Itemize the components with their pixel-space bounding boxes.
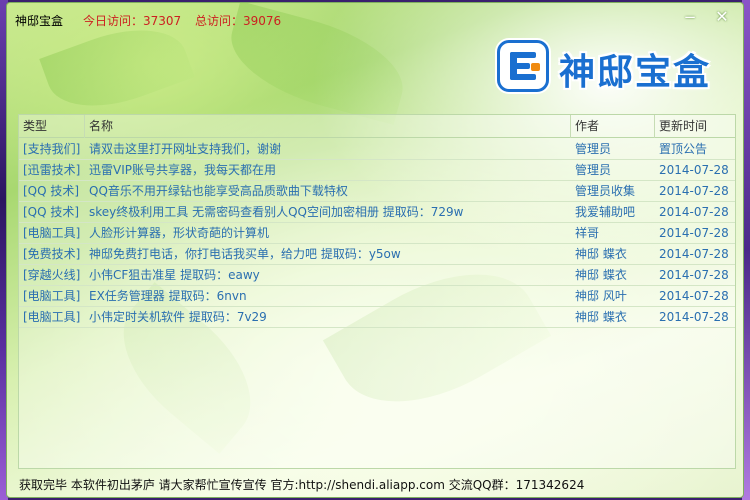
row-author-cell: 神邸 风叶 bbox=[575, 289, 627, 303]
row-name-cell: EX任务管理器 提取码：6nvn bbox=[89, 289, 247, 303]
row-date-cell: 置顶公告 bbox=[659, 142, 708, 156]
row-date-cell: 2014-07-28 bbox=[659, 247, 729, 261]
row-name-cell: skey终极利用工具 无需密码查看别人QQ空间加密相册 提取码：729w bbox=[89, 205, 464, 219]
row-type-cell: [电脑工具] bbox=[23, 310, 81, 324]
column-header-name[interactable]: 名称 bbox=[85, 115, 571, 138]
title-bar[interactable]: 神邸宝盒 今日访问：37307 总访问：39076 − ✕ bbox=[7, 3, 743, 33]
table-row[interactable]: [QQ 技术] QQ音乐不用开绿钻也能享受高品质歌曲下载特权 管理员收集 2014-0… bbox=[19, 181, 735, 202]
row-author-cell: 管理员 bbox=[575, 163, 612, 177]
close-icon: ✕ bbox=[715, 7, 729, 26]
row-date-cell: 2014-07-28 bbox=[659, 310, 729, 324]
row-author-cell: 管理员收集 bbox=[575, 184, 636, 198]
status-bar: 获取完毕 本软件初出茅庐 请大家帮忙宣传宣传 官方:http://shendi.… bbox=[19, 478, 585, 492]
minimize-icon: − bbox=[683, 8, 697, 26]
row-type-cell: [QQ 技术] bbox=[23, 205, 80, 219]
column-header-type[interactable]: 类型 bbox=[19, 115, 85, 138]
row-date-cell: 2014-07-28 bbox=[659, 163, 729, 177]
close-button[interactable]: ✕ bbox=[711, 7, 733, 27]
row-type-cell: [支持我们] bbox=[23, 142, 81, 156]
row-author-cell: 管理员 bbox=[575, 142, 612, 156]
total-visits-counter: 总访问：39076 bbox=[195, 14, 282, 28]
table-header: 类型 名称 作者 更新时间 bbox=[19, 115, 735, 138]
row-name-cell: 请双击这里打开网址支持我们，谢谢 bbox=[89, 142, 282, 156]
table-row[interactable]: [电脑工具] 人脸形计算器，形状奇葩的计算机 祥哥 2014-07-28 bbox=[19, 223, 735, 244]
row-type-cell: [电脑工具] bbox=[23, 289, 81, 303]
row-date-cell: 2014-07-28 bbox=[659, 205, 729, 219]
row-type-cell: [迅雷技术] bbox=[23, 163, 81, 177]
row-name-cell: 神邸免费打电话，你打电话我买单，给力吧 提取码：y5ow bbox=[89, 247, 401, 261]
table-row[interactable]: [穿越火线] 小伟CF狙击准星 提取码：eawy 神邸 蝶衣 2014-07-28 bbox=[19, 265, 735, 286]
table-row[interactable]: [电脑工具] 小伟定时关机软件 提取码：7v29 神邸 蝶衣 2014-07-28 bbox=[19, 307, 735, 328]
logo-text: 神邸宝盒 bbox=[559, 52, 712, 93]
row-type-cell: [免费技术] bbox=[23, 247, 81, 261]
app-title: 神邸宝盒 bbox=[15, 14, 64, 28]
minimize-button[interactable]: − bbox=[679, 7, 701, 27]
app-logo: 神邸宝盒 bbox=[497, 39, 723, 93]
row-name-cell: QQ音乐不用开绿钻也能享受高品质歌曲下载特权 bbox=[89, 184, 348, 198]
row-author-cell: 神邸 蝶衣 bbox=[575, 310, 627, 324]
row-author-cell: 我爱辅助吧 bbox=[575, 205, 636, 219]
table-row[interactable]: [免费技术] 神邸免费打电话，你打电话我买单，给力吧 提取码：y5ow 神邸 蝶衣 2… bbox=[19, 244, 735, 265]
table-row[interactable]: [支持我们] 请双击这里打开网址支持我们，谢谢 管理员 置顶公告 bbox=[19, 139, 735, 160]
table-row[interactable]: [迅雷技术] 迅雷VIP账号共享器，我每天都在用 管理员 2014-07-28 bbox=[19, 160, 735, 181]
row-author-cell: 神邸 蝶衣 bbox=[575, 268, 627, 282]
today-visits-counter: 今日访问：37307 bbox=[83, 14, 182, 28]
row-type-cell: [QQ 技术] bbox=[23, 184, 80, 198]
row-date-cell: 2014-07-28 bbox=[659, 184, 729, 198]
column-header-author[interactable]: 作者 bbox=[571, 115, 655, 138]
column-header-date[interactable]: 更新时间 bbox=[655, 115, 735, 138]
row-author-cell: 神邸 蝶衣 bbox=[575, 247, 627, 261]
e-logo-icon bbox=[497, 40, 549, 92]
row-name-cell: 小伟CF狙击准星 提取码：eawy bbox=[89, 268, 260, 282]
row-name-cell: 迅雷VIP账号共享器，我每天都在用 bbox=[89, 163, 276, 177]
row-date-cell: 2014-07-28 bbox=[659, 289, 729, 303]
row-type-cell: [穿越火线] bbox=[23, 268, 81, 282]
row-date-cell: 2014-07-28 bbox=[659, 226, 729, 240]
row-name-cell: 小伟定时关机软件 提取码：7v29 bbox=[89, 310, 267, 324]
row-author-cell: 祥哥 bbox=[575, 226, 600, 240]
row-type-cell: [电脑工具] bbox=[23, 226, 81, 240]
row-name-cell: 人脸形计算器，形状奇葩的计算机 bbox=[89, 226, 270, 240]
row-date-cell: 2014-07-28 bbox=[659, 268, 729, 282]
resource-table[interactable]: 类型 名称 作者 更新时间 [支持我们] 请双击这里打开网址支持我们，谢谢 管理员置… bbox=[18, 114, 736, 469]
app-window: 神邸宝盒 今日访问：37307 总访问：39076 − ✕ 神邸宝盒 类型 名称… bbox=[6, 2, 744, 498]
table-row[interactable]: [QQ 技术] skey终极利用工具 无需密码查看别人QQ空间加密相册 提取码：7… bbox=[19, 202, 735, 223]
table-row[interactable]: [电脑工具] EX任务管理器 提取码：6nvn 神邸 风叶 2014-07-28 bbox=[19, 286, 735, 307]
